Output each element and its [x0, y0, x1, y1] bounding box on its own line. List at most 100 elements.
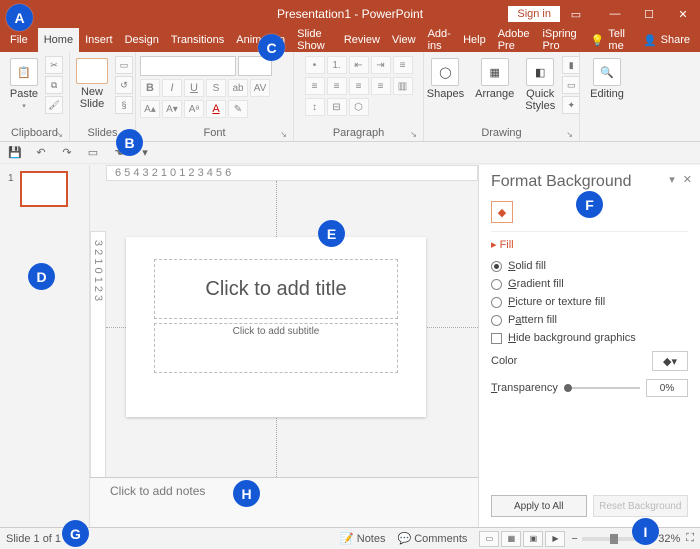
- arrange-button[interactable]: ▦Arrange: [471, 56, 518, 102]
- reset-button[interactable]: ↺: [115, 76, 133, 94]
- horizontal-ruler[interactable]: 6 5 4 3 2 1 0 1 2 3 4 5 6: [106, 165, 478, 181]
- maximize-button[interactable]: ☐: [632, 0, 666, 28]
- start-from-beginning-button[interactable]: ▭: [84, 144, 102, 162]
- copy-button[interactable]: ⧉: [45, 76, 63, 94]
- indent-inc-button[interactable]: ⇥: [371, 56, 391, 74]
- minimize-button[interactable]: —: [598, 0, 632, 28]
- color-picker-button[interactable]: ◆▾: [652, 351, 688, 371]
- smartart-button[interactable]: ⬡: [349, 98, 369, 116]
- line-spacing-button[interactable]: ≡: [393, 56, 413, 74]
- transparency-slider[interactable]: [564, 387, 640, 389]
- align-text-button[interactable]: ⊟: [327, 98, 347, 116]
- section-button[interactable]: §: [115, 96, 133, 114]
- panel-dropdown[interactable]: ▾: [669, 173, 675, 186]
- layout-button[interactable]: ▭: [115, 56, 133, 74]
- shape-outline-button[interactable]: ▭: [562, 76, 580, 94]
- slide-thumbnails-panel[interactable]: 1: [0, 165, 90, 527]
- tab-transitions[interactable]: Transitions: [165, 28, 230, 52]
- ribbon-display-options[interactable]: ▭: [564, 0, 588, 28]
- tab-help[interactable]: Help: [457, 28, 492, 52]
- panel-close-button[interactable]: ✕: [683, 173, 692, 186]
- indent-dec-button[interactable]: ⇤: [349, 56, 369, 74]
- tab-insert[interactable]: Insert: [79, 28, 119, 52]
- align-center-button[interactable]: ≡: [327, 77, 347, 95]
- editing-button[interactable]: 🔍Editing: [586, 56, 628, 102]
- shapes-button[interactable]: ◯Shapes: [423, 56, 468, 102]
- undo-button[interactable]: ↶: [32, 144, 50, 162]
- transparency-value[interactable]: 0%: [646, 379, 688, 397]
- tab-view[interactable]: View: [386, 28, 422, 52]
- font-launcher[interactable]: ↘: [280, 130, 287, 139]
- solid-fill-radio[interactable]: Solid fill: [491, 257, 688, 275]
- hide-bg-checkbox[interactable]: Hide background graphics: [491, 329, 688, 347]
- italic-button[interactable]: I: [162, 79, 182, 97]
- tab-adobe[interactable]: Adobe Pre: [492, 28, 537, 52]
- tab-design[interactable]: Design: [119, 28, 165, 52]
- tab-addins[interactable]: Add-ins: [422, 28, 458, 52]
- bullets-button[interactable]: •: [305, 56, 325, 74]
- shape-fill-button[interactable]: ▮: [562, 56, 580, 74]
- shape-effects-button[interactable]: ✦: [562, 96, 580, 114]
- reading-view-button[interactable]: ▣: [523, 531, 543, 547]
- apply-to-all-button[interactable]: Apply to All: [491, 495, 587, 517]
- shadow-button[interactable]: ab: [228, 79, 248, 97]
- title-placeholder[interactable]: Click to add title: [154, 259, 398, 319]
- tab-review[interactable]: Review: [338, 28, 386, 52]
- shrink-font-button[interactable]: A▾: [162, 100, 182, 118]
- tellme-button[interactable]: 💡Tell me: [583, 28, 633, 52]
- sorter-view-button[interactable]: ▦: [501, 531, 521, 547]
- format-background-panel: ▾ ✕ Format Background ◆ ▸ Fill Solid fil…: [478, 165, 700, 527]
- pattern-fill-radio[interactable]: Pattern fill: [491, 311, 688, 329]
- fill-section-heading[interactable]: ▸ Fill: [491, 238, 688, 251]
- slideshow-view-button[interactable]: ▶: [545, 531, 565, 547]
- grow-font-button[interactable]: A▴: [140, 100, 160, 118]
- tab-slideshow[interactable]: Slide Show: [291, 28, 338, 52]
- slide-canvas[interactable]: Click to add title Click to add subtitle: [126, 237, 426, 417]
- underline-button[interactable]: U: [184, 79, 204, 97]
- notes-button[interactable]: 📝Notes: [334, 532, 391, 545]
- comments-button[interactable]: 💬Comments: [392, 532, 474, 545]
- picture-fill-radio[interactable]: Picture or texture fill: [491, 293, 688, 311]
- slide-info[interactable]: Slide 1 of 1: [6, 533, 61, 545]
- align-right-button[interactable]: ≡: [349, 77, 369, 95]
- justify-button[interactable]: ≡: [371, 77, 391, 95]
- drawing-launcher[interactable]: ↘: [566, 130, 573, 139]
- slide-thumbnail-1[interactable]: 1: [20, 171, 68, 207]
- text-direction-button[interactable]: ↕: [305, 98, 325, 116]
- new-slide-button[interactable]: New Slide: [72, 56, 112, 112]
- bold-button[interactable]: B: [140, 79, 160, 97]
- format-painter-button[interactable]: 🖌: [45, 96, 63, 114]
- font-color-button[interactable]: A: [206, 100, 226, 118]
- quick-styles-button[interactable]: ◧Quick Styles: [521, 56, 559, 114]
- notes-pane[interactable]: Click to add notes: [90, 477, 478, 527]
- save-button[interactable]: 💾: [6, 144, 24, 162]
- numbering-button[interactable]: 1.: [327, 56, 347, 74]
- signin-button[interactable]: Sign in: [508, 6, 560, 22]
- fill-tab-icon[interactable]: ◆: [491, 201, 513, 223]
- cut-button[interactable]: ✂: [45, 56, 63, 74]
- group-paragraph: • 1. ⇤ ⇥ ≡ ≡ ≡ ≡ ≡ ▥ ↕ ⊟ ⬡ Paragraph↘: [294, 52, 424, 141]
- columns-button[interactable]: ▥: [393, 77, 413, 95]
- zoom-level[interactable]: 32%: [658, 533, 680, 545]
- clear-format-button[interactable]: Aᵃ: [184, 100, 204, 118]
- strike-button[interactable]: S: [206, 79, 226, 97]
- redo-button[interactable]: ↷: [58, 144, 76, 162]
- align-left-button[interactable]: ≡: [305, 77, 325, 95]
- zoom-out-button[interactable]: −: [571, 533, 577, 545]
- close-button[interactable]: ✕: [666, 0, 700, 28]
- annotation-c: C: [258, 34, 285, 61]
- gradient-fill-radio[interactable]: Gradient fill: [491, 275, 688, 293]
- subtitle-placeholder[interactable]: Click to add subtitle: [154, 323, 398, 373]
- share-button[interactable]: 👤Share: [633, 34, 700, 47]
- fit-to-window-button[interactable]: ⛶: [686, 532, 694, 545]
- normal-view-button[interactable]: ▭: [479, 531, 499, 547]
- paste-button[interactable]: 📋Paste▾: [6, 56, 42, 112]
- tab-home[interactable]: Home: [38, 28, 79, 52]
- tab-file[interactable]: File: [0, 28, 38, 52]
- tab-ispring[interactable]: iSpring Pro: [536, 28, 582, 52]
- paragraph-launcher[interactable]: ↘: [410, 130, 417, 139]
- clipboard-launcher[interactable]: ↘: [56, 130, 63, 139]
- highlight-button[interactable]: ✎: [228, 100, 248, 118]
- spacing-button[interactable]: AV: [250, 79, 270, 97]
- font-family-input[interactable]: [140, 56, 236, 76]
